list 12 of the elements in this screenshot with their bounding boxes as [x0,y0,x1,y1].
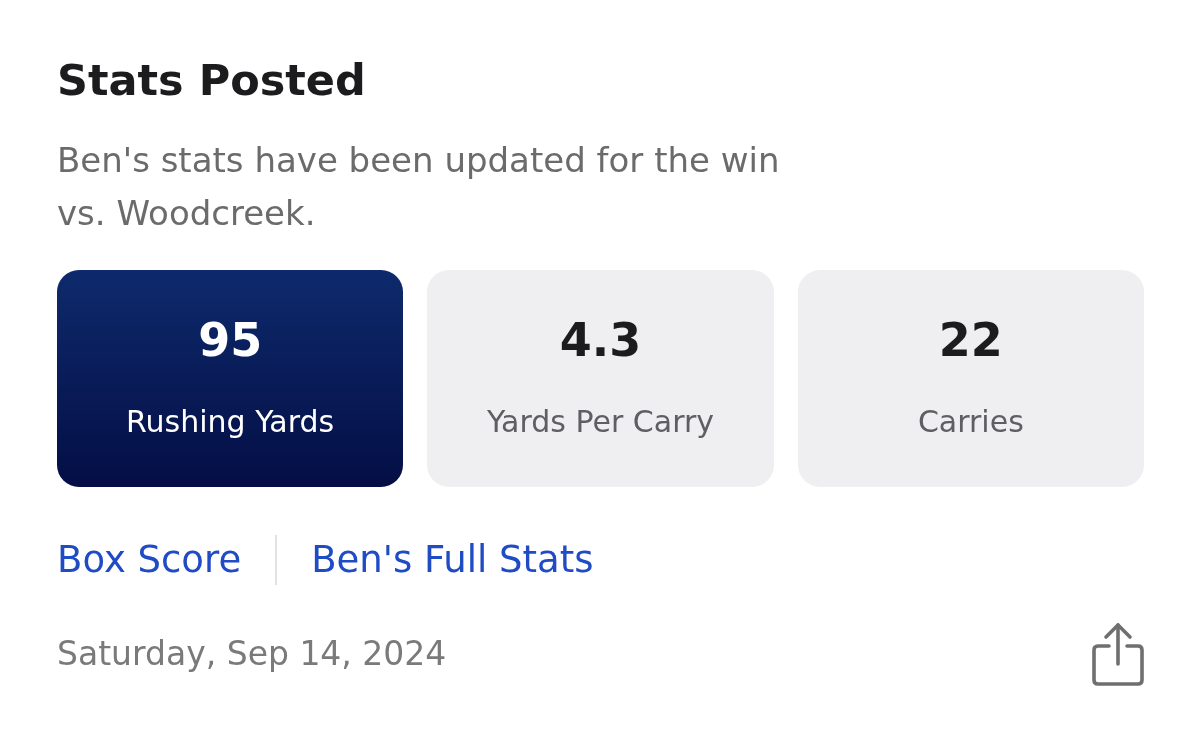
stat-label: Yards Per Carry [486,404,715,440]
stat-value: 95 [198,312,263,369]
stat-value: 22 [938,312,1003,369]
share-icon[interactable] [1092,622,1144,686]
stat-value: 4.3 [559,312,642,369]
game-date: Saturday, Sep 14, 2024 [57,634,447,674]
stats-link[interactable]: Box Score [57,538,242,582]
update-message: Ben's stats have been updated for the win vs. Woodcreek. [57,139,781,235]
stat-label: Rushing Yards [126,404,335,440]
stats-link[interactable]: Ben's Full Stats [311,538,594,582]
card-title: Stats Posted [57,54,366,107]
stat-label: Carries [917,404,1024,440]
